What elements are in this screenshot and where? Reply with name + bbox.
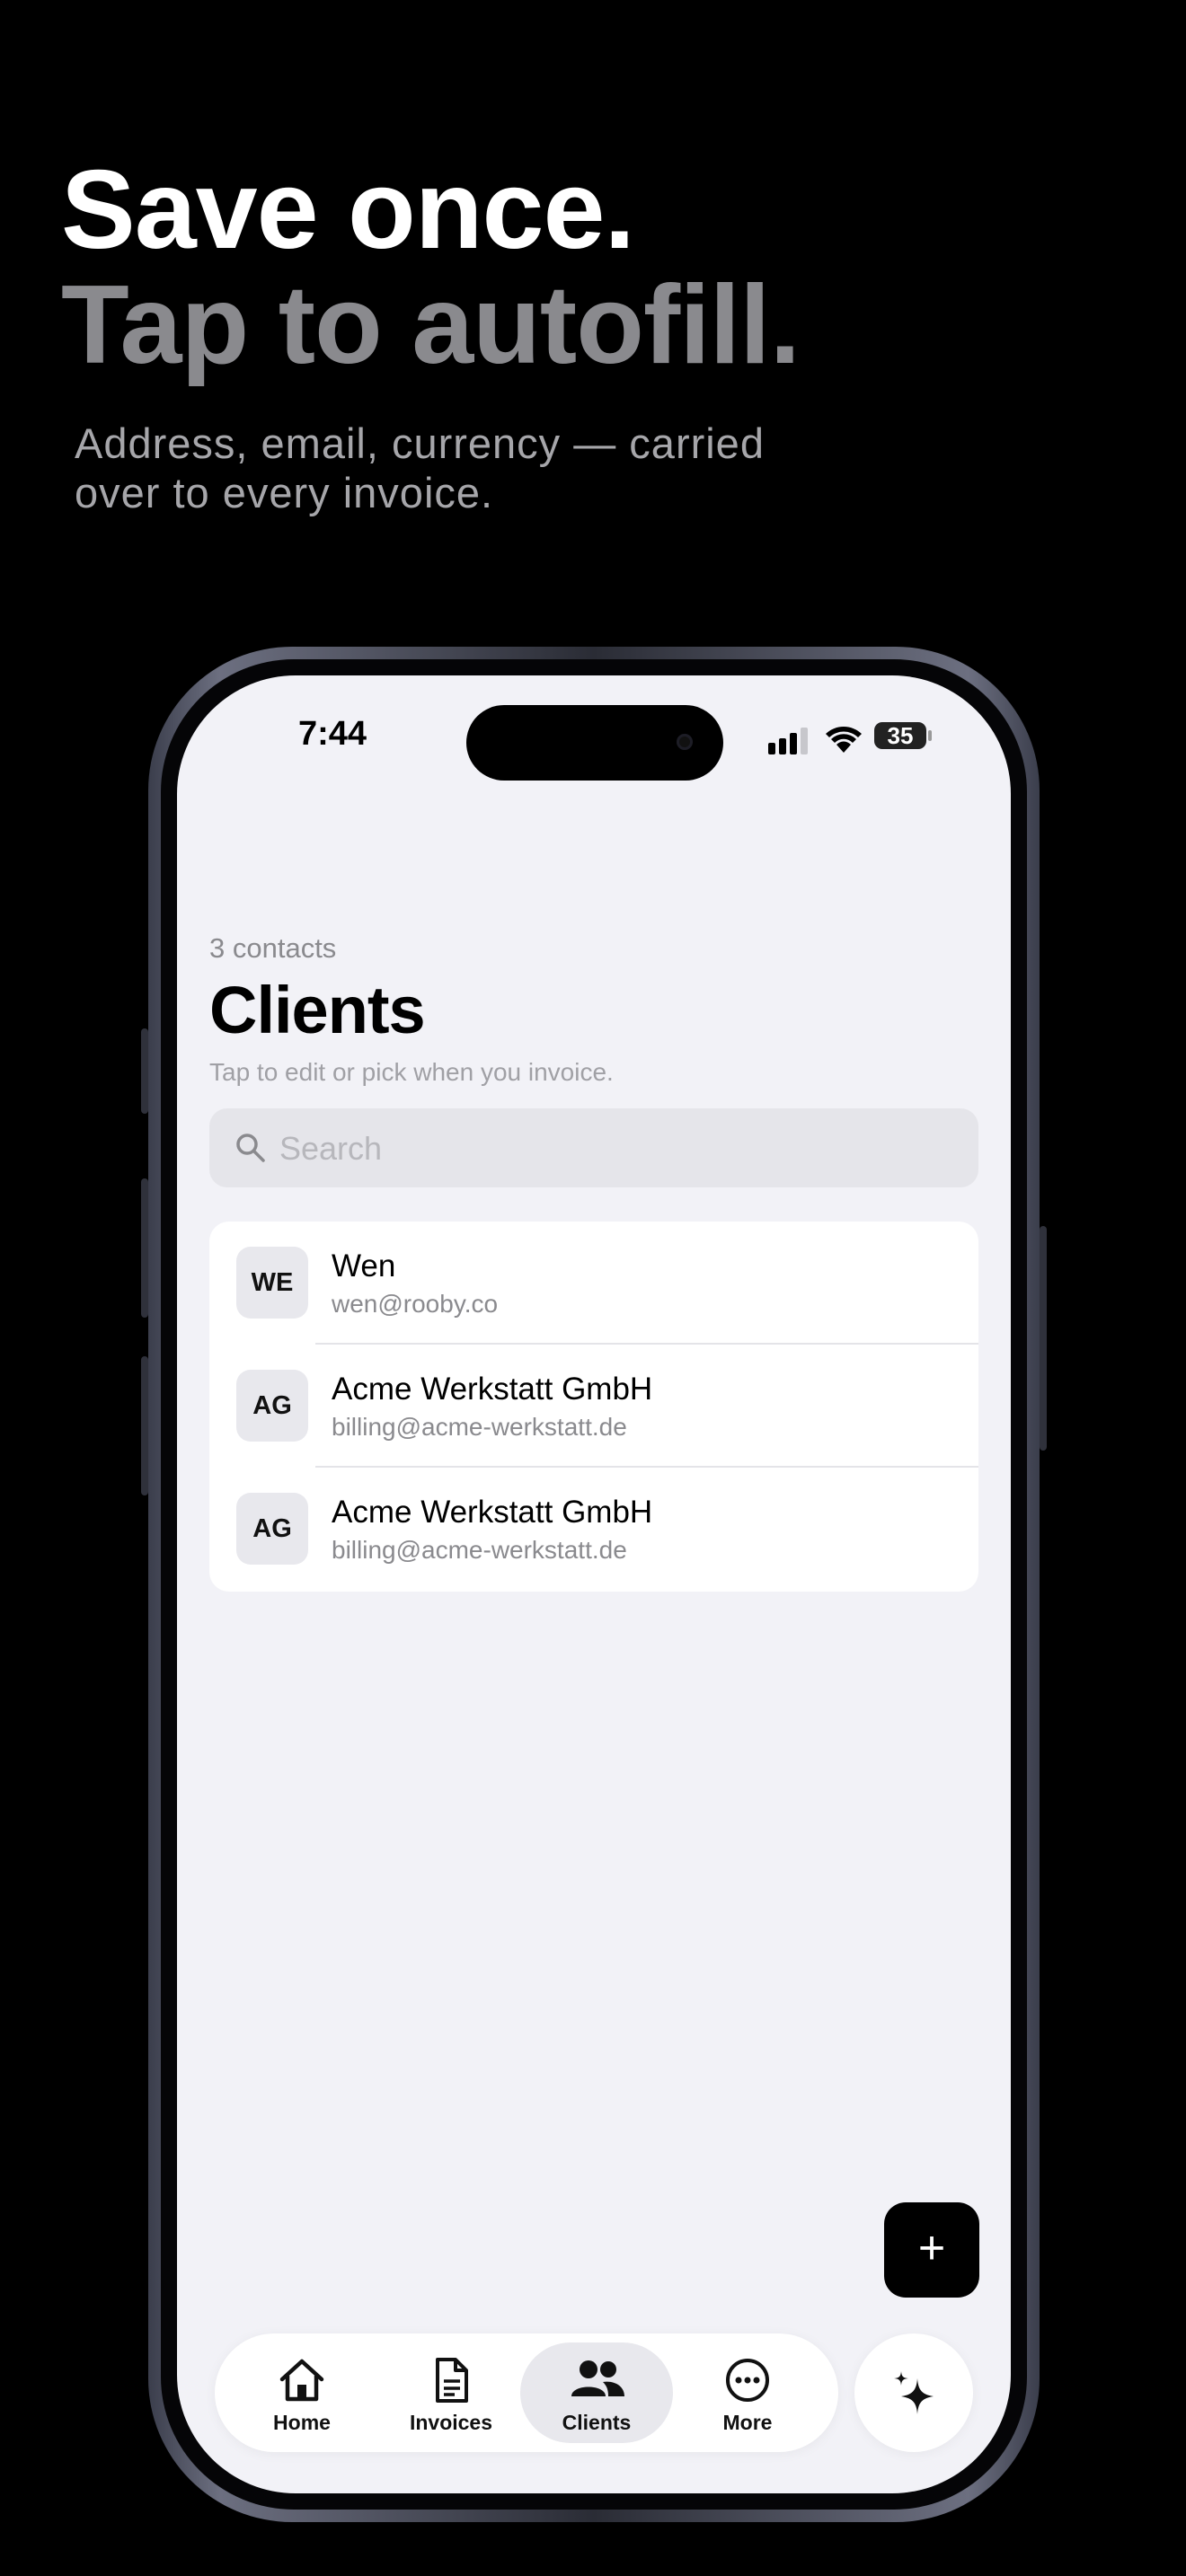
hero-headline: Save once. Tap to autofill. [61, 148, 801, 387]
search-input[interactable] [278, 1108, 964, 1189]
tab-home[interactable]: Home [226, 2342, 378, 2443]
document-icon [436, 2358, 468, 2403]
camera-icon [677, 734, 693, 750]
clients-list: WE Wen wen@rooby.co AG Acme Werkstatt Gm… [209, 1222, 978, 1592]
phone-power-button [1040, 1226, 1047, 1451]
search-icon [236, 1134, 265, 1162]
hero-title-line-1: Save once. [61, 148, 635, 272]
client-email: billing@acme-werkstatt.de [332, 1536, 627, 1564]
battery-indicator: 35 [874, 722, 926, 749]
tab-clients[interactable]: Clients [520, 2342, 673, 2443]
tab-bar: Home Invoices Clients More [215, 2333, 838, 2452]
dynamic-island [466, 705, 723, 781]
battery-tip [928, 730, 932, 741]
client-name: Acme Werkstatt GmbH [332, 1495, 653, 1530]
hero-subtitle: Address, email, currency — carried over … [75, 419, 883, 517]
hero-subtitle-line-2: over to every invoice. [75, 469, 494, 516]
phone-volume-up-button [141, 1178, 148, 1318]
page-subtitle: Tap to edit or pick when you invoice. [209, 1058, 614, 1086]
people-icon [571, 2360, 624, 2396]
tab-label: Invoices [409, 2411, 493, 2434]
wifi-icon [826, 727, 862, 753]
house-icon [279, 2359, 324, 2402]
phone-action-button [141, 1028, 148, 1114]
avatar: WE [236, 1247, 308, 1319]
client-row[interactable]: AG Acme Werkstatt GmbH billing@acme-werk… [209, 1468, 978, 1591]
client-email: wen@rooby.co [332, 1290, 499, 1318]
tab-label: Home [273, 2411, 331, 2434]
phone-volume-down-button [141, 1356, 148, 1495]
avatar: AG [236, 1493, 308, 1565]
ai-assistant-button[interactable] [854, 2333, 973, 2452]
client-row[interactable]: AG Acme Werkstatt GmbH billing@acme-werk… [209, 1345, 978, 1468]
phone-screen: 7:44 35 3 contacts Clients Tap to edit o… [177, 675, 1011, 2493]
tab-invoices[interactable]: Invoices [375, 2342, 527, 2443]
hero-title-line-2: Tap to autofill. [61, 263, 801, 387]
ellipsis-circle-icon [726, 2359, 769, 2402]
sparkles-icon [894, 2371, 934, 2414]
avatar: AG [236, 1370, 308, 1442]
page-title: Clients [209, 973, 426, 1047]
tab-more[interactable]: More [671, 2342, 824, 2443]
status-time: 7:44 [298, 715, 367, 753]
contacts-count: 3 contacts [209, 932, 337, 964]
client-row[interactable]: WE Wen wen@rooby.co [209, 1222, 978, 1345]
client-email: billing@acme-werkstatt.de [332, 1413, 627, 1441]
add-client-button[interactable]: + [884, 2202, 979, 2298]
tab-label: Clients [562, 2411, 632, 2434]
client-name: Acme Werkstatt GmbH [332, 1372, 653, 1407]
tab-label: More [722, 2411, 773, 2434]
hero-subtitle-line-1: Address, email, currency — carried [75, 419, 765, 467]
cellular-signal-icon [768, 728, 808, 754]
client-name: Wen [332, 1248, 396, 1284]
search-bar[interactable] [209, 1108, 978, 1189]
